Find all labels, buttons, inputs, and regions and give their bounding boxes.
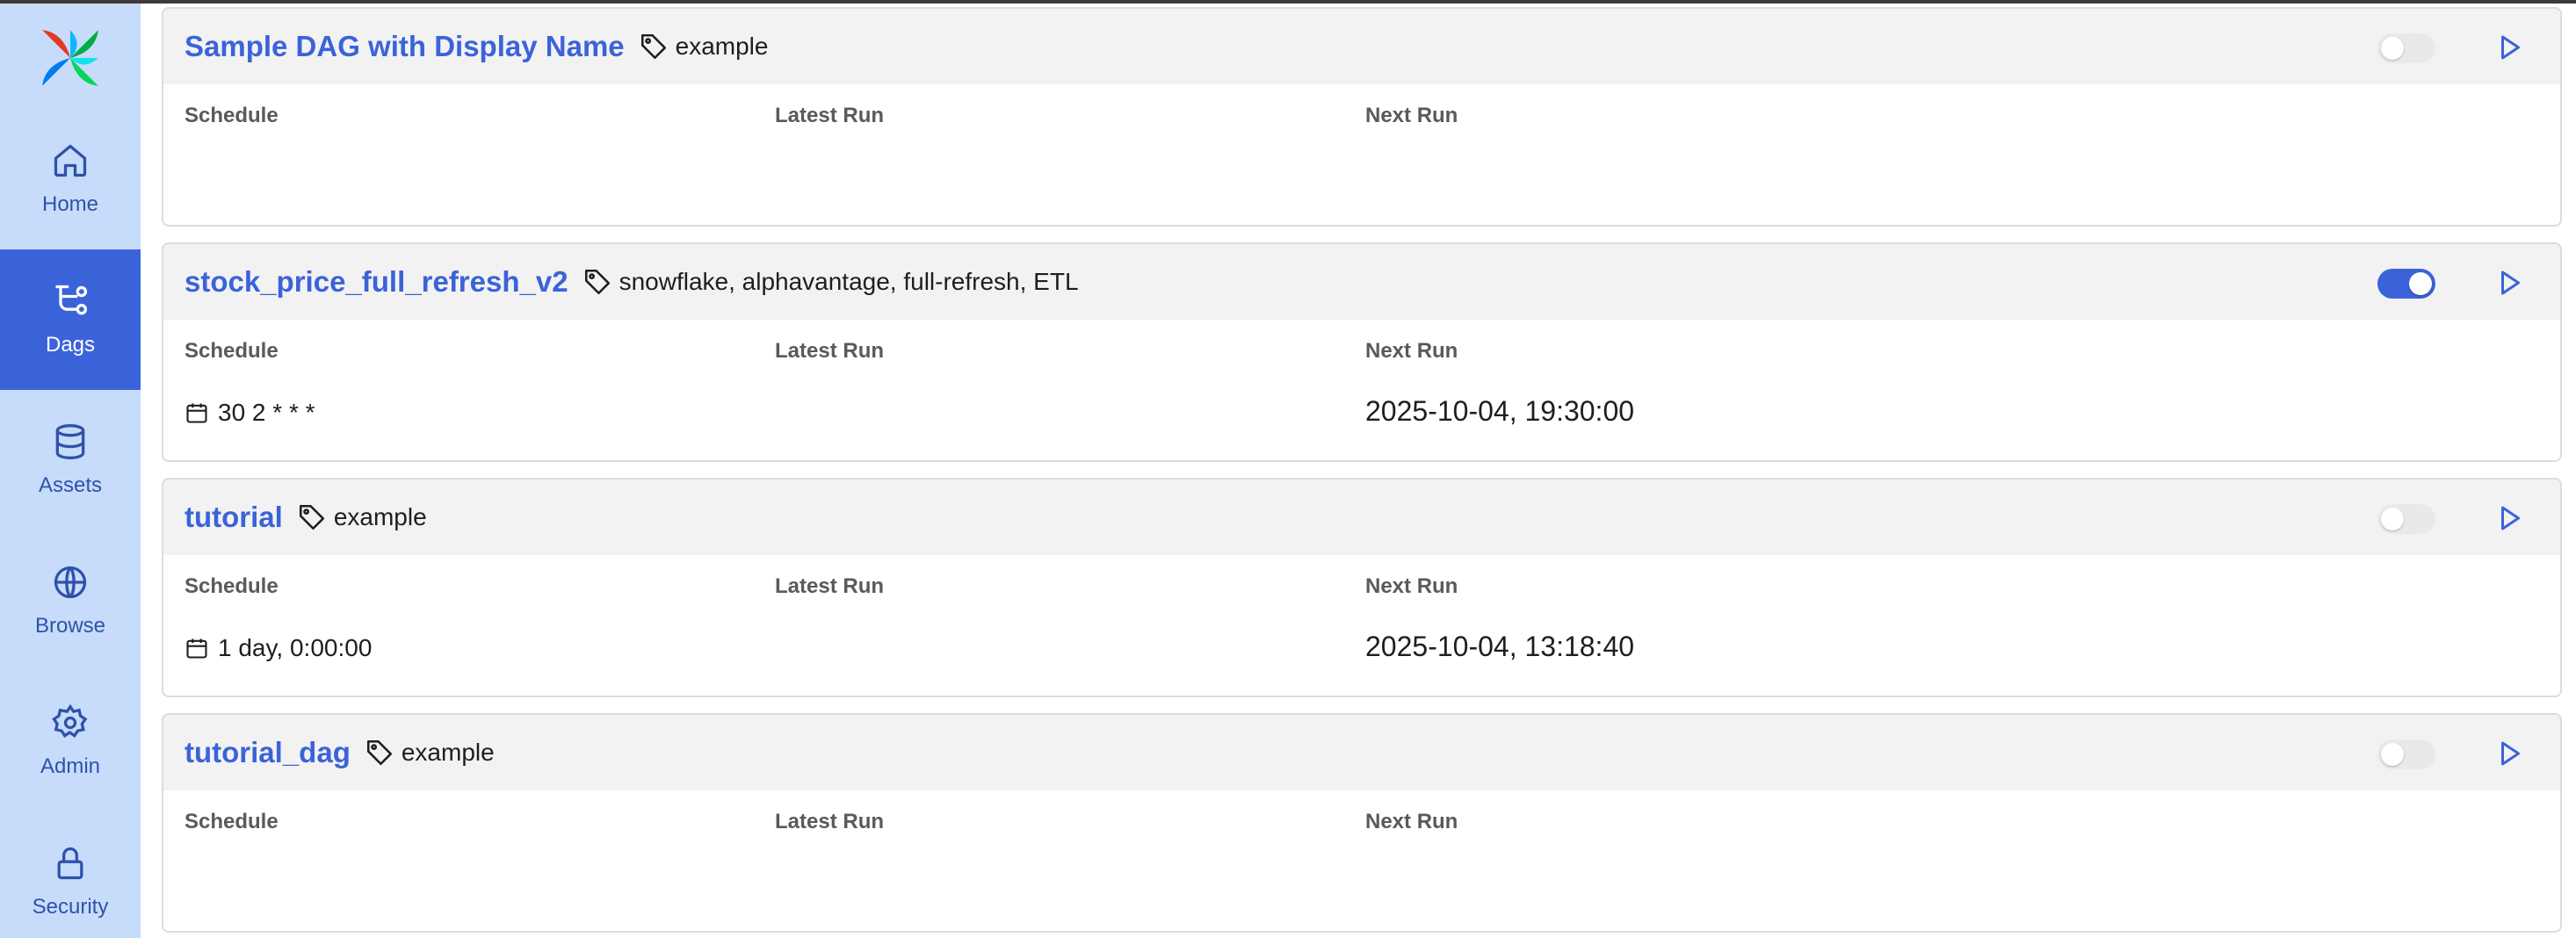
dag-tags[interactable]: snowflake, alphavantage, full-refresh, E… [619, 268, 1079, 296]
lock-icon [57, 847, 83, 880]
dag-card-header: tutorial_dag example [163, 715, 2560, 790]
dag-tags[interactable]: example [334, 503, 427, 531]
toggle-knob [2381, 37, 2404, 60]
toggle-knob [2381, 508, 2404, 530]
latest-run-header: Latest Run [775, 574, 885, 598]
sidebar-item-label: Dags [45, 333, 96, 357]
latest-run-header: Latest Run [775, 810, 885, 833]
schedule-value: 30 2 * * * [185, 399, 315, 427]
sidebar-item-label: Home [41, 192, 99, 216]
dag-pause-toggle[interactable] [2377, 739, 2435, 769]
latest-run-header: Latest Run [775, 339, 885, 363]
dag-tags[interactable]: example [402, 739, 495, 767]
latest-run-header: Latest Run [775, 104, 885, 127]
calendar-icon [186, 638, 207, 659]
dag-pause-toggle[interactable] [2377, 504, 2435, 534]
dag-pause-toggle[interactable] [2377, 33, 2435, 63]
tag-icon [640, 33, 666, 60]
dag-card-header: tutorial example [163, 480, 2560, 555]
sidebar-item-home[interactable]: Home [0, 109, 141, 249]
dag-card: tutorial_dag example Schedule Latest Run… [162, 713, 2562, 933]
next-run-header: Next Run [1365, 339, 1458, 363]
toggle-knob [2409, 272, 2432, 295]
dag-list: Sample DAG with Display Name example Sch… [162, 4, 2562, 938]
toggle-knob [2381, 743, 2404, 766]
dag-card-header: Sample DAG with Display Name example [163, 9, 2560, 84]
dag-title-link[interactable]: stock_price_full_refresh_v2 [185, 265, 568, 299]
tag-icon [584, 269, 610, 295]
trigger-dag-play-icon[interactable] [2493, 502, 2525, 534]
tag-icon [366, 739, 392, 766]
trigger-dag-play-icon[interactable] [2493, 738, 2525, 769]
dag-title-link[interactable]: tutorial [185, 501, 283, 534]
tag-icon [299, 504, 324, 530]
airflow-logo[interactable] [37, 25, 104, 91]
calendar-icon [186, 403, 207, 423]
dag-pause-toggle[interactable] [2377, 269, 2435, 299]
next-run-value: 2025-10-04, 19:30:00 [1365, 395, 1635, 427]
sidebar-item-label: Browse [34, 614, 106, 638]
dag-title-link[interactable]: Sample DAG with Display Name [185, 30, 625, 63]
dag-card: Sample DAG with Display Name example Sch… [162, 7, 2562, 227]
gear-icon [52, 703, 88, 738]
globe-icon [54, 566, 87, 599]
next-run-header: Next Run [1365, 574, 1458, 598]
schedule-header: Schedule [185, 810, 279, 833]
sidebar-item-security[interactable]: Security [0, 811, 141, 952]
next-run-value: 2025-10-04, 13:18:40 [1365, 631, 1635, 662]
sidebar-item-admin[interactable]: Admin [0, 671, 141, 811]
dag-tags[interactable]: example [676, 32, 769, 61]
next-run-header: Next Run [1365, 104, 1458, 127]
schedule-text: 1 day, 0:00:00 [218, 634, 373, 661]
schedule-header: Schedule [185, 339, 279, 363]
next-run-header: Next Run [1365, 810, 1458, 833]
dags-icon [55, 285, 88, 315]
schedule-header: Schedule [185, 574, 279, 598]
sidebar-item-label: Admin [40, 754, 101, 778]
sidebar-item-label: Assets [38, 473, 103, 497]
dag-card: tutorial example Schedule Latest Run Nex… [162, 478, 2562, 697]
database-icon [55, 424, 85, 459]
sidebar: Home Dags Assets Browse Admin Security [0, 4, 141, 938]
trigger-dag-play-icon[interactable] [2493, 267, 2525, 299]
sidebar-item-dags[interactable]: Dags [0, 249, 141, 390]
sidebar-item-browse[interactable]: Browse [0, 530, 141, 671]
dag-card: stock_price_full_refresh_v2 snowflake, a… [162, 242, 2562, 462]
home-icon [54, 144, 87, 177]
dag-title-link[interactable]: tutorial_dag [185, 736, 351, 769]
schedule-value: 1 day, 0:00:00 [185, 634, 372, 662]
schedule-text: 30 2 * * * [218, 399, 315, 426]
sidebar-item-label: Security [32, 895, 109, 919]
dag-card-header: stock_price_full_refresh_v2 snowflake, a… [163, 244, 2560, 320]
sidebar-item-assets[interactable]: Assets [0, 390, 141, 530]
trigger-dag-play-icon[interactable] [2493, 32, 2525, 63]
schedule-header: Schedule [185, 104, 279, 127]
